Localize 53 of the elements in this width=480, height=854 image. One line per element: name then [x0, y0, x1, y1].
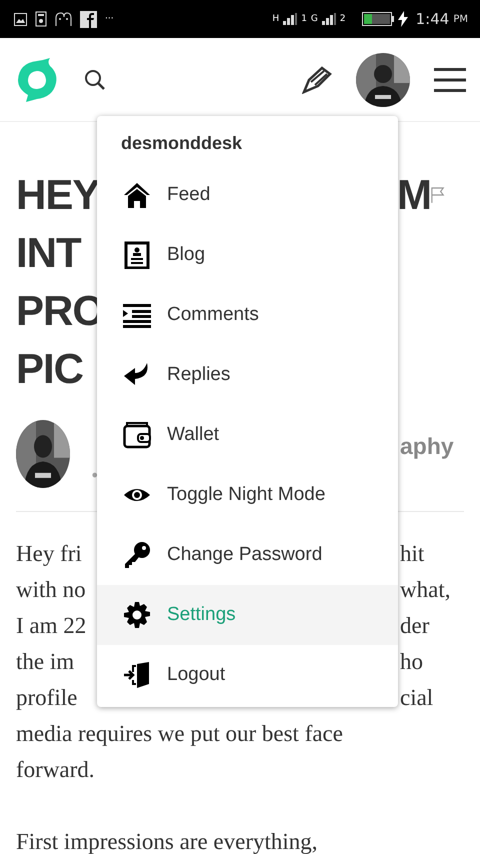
charging-icon	[398, 11, 408, 27]
body-text: der	[400, 612, 430, 640]
menu-item[interactable]: Replies	[97, 345, 398, 405]
menu-item[interactable]: Feed	[97, 165, 398, 225]
title-text: INT	[16, 228, 81, 278]
facebook-icon	[80, 10, 97, 28]
body-text: the im	[16, 648, 74, 676]
menu-item[interactable]: Blog	[97, 225, 398, 285]
home-icon	[123, 181, 151, 209]
profile-avatar[interactable]	[356, 52, 410, 106]
body-text: I am 22	[16, 612, 86, 640]
clock: 1:44	[416, 8, 450, 30]
body-text: First impressions are everything,	[16, 828, 318, 854]
body-text: media requires we put our best face	[16, 720, 343, 748]
body-text: what,	[400, 576, 450, 604]
flag-icon[interactable]	[431, 186, 445, 204]
signal-icon	[283, 13, 298, 25]
author-name: aphy	[400, 432, 454, 461]
body-text: hit	[400, 540, 424, 568]
title-text: PIC	[16, 344, 84, 394]
sim-number: 2	[340, 14, 346, 24]
title-text: M	[397, 170, 431, 220]
body-text: with no	[16, 576, 86, 604]
more-notifications: ···	[105, 14, 114, 24]
body-text: ho	[400, 648, 423, 676]
search-icon[interactable]	[84, 68, 106, 90]
title-text: HEY	[16, 170, 100, 220]
pen-icon[interactable]	[302, 66, 332, 94]
menu-item[interactable]: Toggle Night Mode	[97, 465, 398, 525]
indent-list-icon	[123, 301, 151, 329]
menu-item[interactable]: Logout	[97, 645, 398, 705]
battery-icon	[362, 12, 394, 26]
username: desmonddesk	[120, 132, 244, 155]
author-meta: •	[90, 466, 100, 485]
profile-card-icon	[123, 241, 151, 269]
exit-door-icon	[123, 661, 151, 689]
menu-icon[interactable]	[434, 66, 466, 92]
body-text: Hey fri	[16, 540, 82, 568]
key-icon	[123, 541, 151, 569]
body-text: forward.	[16, 756, 95, 784]
menu-item[interactable]: Wallet	[97, 405, 398, 465]
gallery-icon	[14, 12, 27, 26]
settings-icon	[123, 601, 151, 629]
menu-item[interactable]: Comments	[97, 285, 398, 345]
menu-item[interactable]: Change Password	[97, 525, 398, 585]
clock-period: PM	[453, 12, 468, 26]
network-type: G	[310, 14, 318, 24]
body-text: cial	[400, 684, 434, 712]
sim-number: 1	[301, 14, 307, 24]
body-text: profile	[16, 684, 78, 712]
network-type: H	[272, 14, 280, 24]
wallet-icon	[123, 421, 151, 449]
signal-icon	[322, 13, 336, 25]
